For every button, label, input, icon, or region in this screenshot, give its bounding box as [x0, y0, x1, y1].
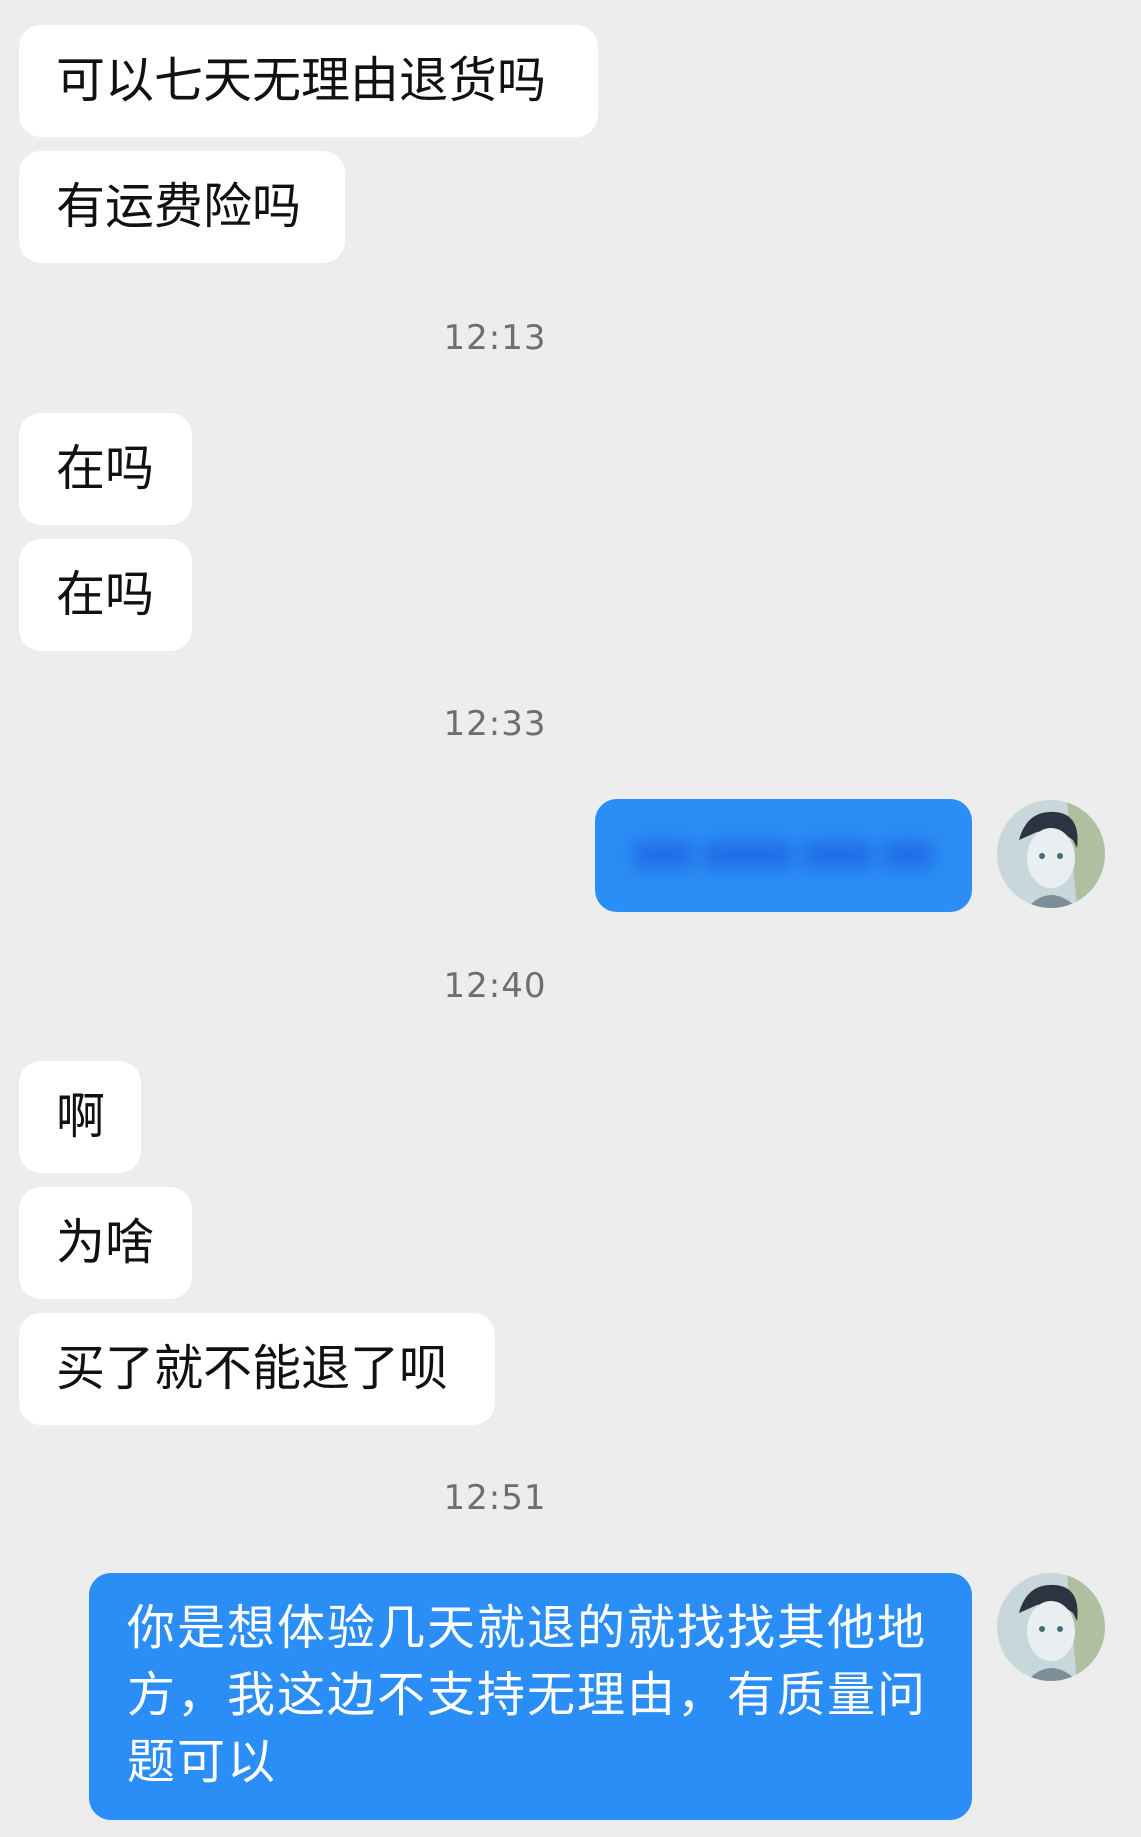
- outgoing-message-redacted[interactable]: [595, 799, 972, 912]
- timestamp: 12:33: [443, 704, 547, 744]
- incoming-message[interactable]: 为啥: [19, 1187, 192, 1299]
- avatar-illustration: [997, 800, 1105, 908]
- incoming-message[interactable]: 可以七天无理由退货吗: [19, 25, 598, 137]
- avatar-illustration: [997, 1573, 1105, 1681]
- message-text: 有运费险吗: [56, 178, 302, 235]
- timestamp: 12:13: [443, 318, 547, 358]
- user-avatar-icon[interactable]: [997, 1573, 1105, 1681]
- message-text: 为啥: [56, 1214, 155, 1271]
- user-avatar-icon[interactable]: [997, 800, 1105, 908]
- incoming-message[interactable]: 买了就不能退了呗: [19, 1313, 495, 1425]
- incoming-message[interactable]: 在吗: [19, 413, 192, 525]
- incoming-message[interactable]: 有运费险吗: [19, 151, 345, 263]
- timestamp: 12:51: [443, 1478, 547, 1518]
- outgoing-message[interactable]: 你是想体验几天就退的就找找其他地方，我这边不支持无理由，有质量问题可以: [89, 1573, 972, 1820]
- incoming-message[interactable]: 在吗: [19, 539, 192, 651]
- message-text: 在吗: [56, 566, 155, 623]
- message-text: 买了就不能退了呗: [56, 1340, 449, 1397]
- timestamp: 12:40: [443, 966, 547, 1006]
- message-text: 可以七天无理由退货吗: [56, 52, 547, 109]
- message-text: 在吗: [56, 440, 155, 497]
- incoming-message[interactable]: 啊: [19, 1061, 141, 1173]
- message-text: 啊: [56, 1088, 106, 1145]
- message-text: 你是想体验几天就退的就找找其他地方，我这边不支持无理由，有质量问题可以: [127, 1600, 928, 1790]
- redacted-text: [633, 837, 933, 873]
